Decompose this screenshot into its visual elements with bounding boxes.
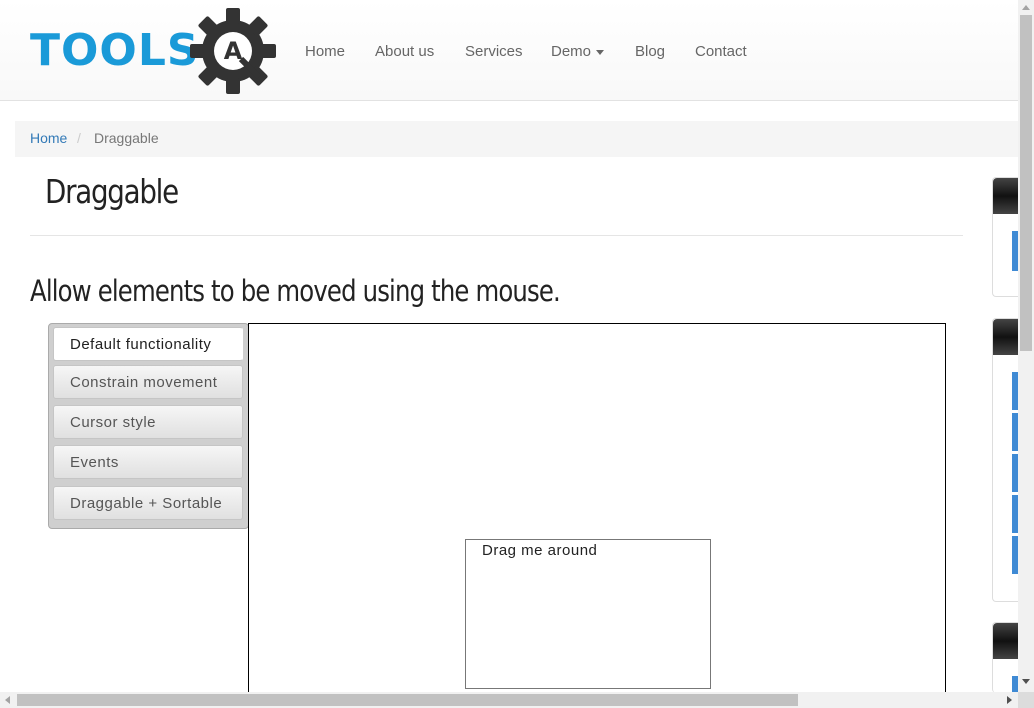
- logo-text: TOOLS: [30, 25, 200, 76]
- top-navbar: TOOLS A Home About us Services Demo Blog…: [0, 0, 1018, 101]
- scrollbar-corner: [1018, 692, 1034, 708]
- sidebar-widget-header: [993, 319, 1019, 355]
- tab-default-functionality[interactable]: Default functionality: [53, 327, 243, 361]
- nav-services[interactable]: Services: [465, 40, 523, 64]
- scroll-left-icon[interactable]: [5, 696, 10, 704]
- logo-emblem-letter: A: [224, 37, 243, 65]
- draggable-box-label: Drag me around: [482, 542, 598, 559]
- scroll-up-icon[interactable]: [1022, 5, 1030, 10]
- breadcrumb-separator: /: [77, 130, 81, 146]
- sidebar-widget-header: [993, 178, 1019, 214]
- nav-contact[interactable]: Contact: [695, 40, 747, 64]
- draggable-box[interactable]: Drag me around: [465, 539, 711, 689]
- page-title: Draggable: [45, 172, 179, 211]
- tab-constrain-movement[interactable]: Constrain movement: [53, 365, 243, 399]
- tab-draggable-sortable[interactable]: Draggable + Sortable: [53, 486, 243, 520]
- sidebar-widget-1: [992, 177, 1019, 297]
- nav-blog[interactable]: Blog: [635, 40, 665, 64]
- nav-about-us[interactable]: About us: [375, 40, 434, 64]
- sidebar-widget-header: [993, 623, 1019, 659]
- tab-cursor-style[interactable]: Cursor style: [53, 405, 243, 439]
- page-subtitle: Allow elements to be moved using the mou…: [30, 274, 561, 308]
- sidebar-widget-3: [992, 622, 1019, 693]
- breadcrumb-home-link[interactable]: Home: [30, 121, 67, 155]
- gear-icon: A: [190, 8, 276, 94]
- tab-events[interactable]: Events: [53, 445, 243, 479]
- toolsqa-logo[interactable]: TOOLS A: [30, 6, 278, 96]
- breadcrumb: Home / Draggable: [15, 121, 1018, 157]
- horizontal-scrollbar-thumb[interactable]: [17, 694, 798, 706]
- nav-home[interactable]: Home: [305, 40, 345, 64]
- scroll-right-icon[interactable]: [1007, 696, 1012, 704]
- nav-demo-label: Demo: [551, 43, 592, 60]
- sidebar-widget-2: [992, 318, 1019, 602]
- scroll-down-icon[interactable]: [1022, 679, 1030, 684]
- nav-demo[interactable]: Demo: [551, 40, 605, 64]
- breadcrumb-current: Draggable: [94, 130, 159, 146]
- title-divider: [30, 235, 963, 236]
- chevron-down-icon: [596, 49, 605, 55]
- vertical-scrollbar-thumb[interactable]: [1020, 15, 1032, 351]
- demo-tabs: Default functionality Constrain movement…: [48, 323, 249, 529]
